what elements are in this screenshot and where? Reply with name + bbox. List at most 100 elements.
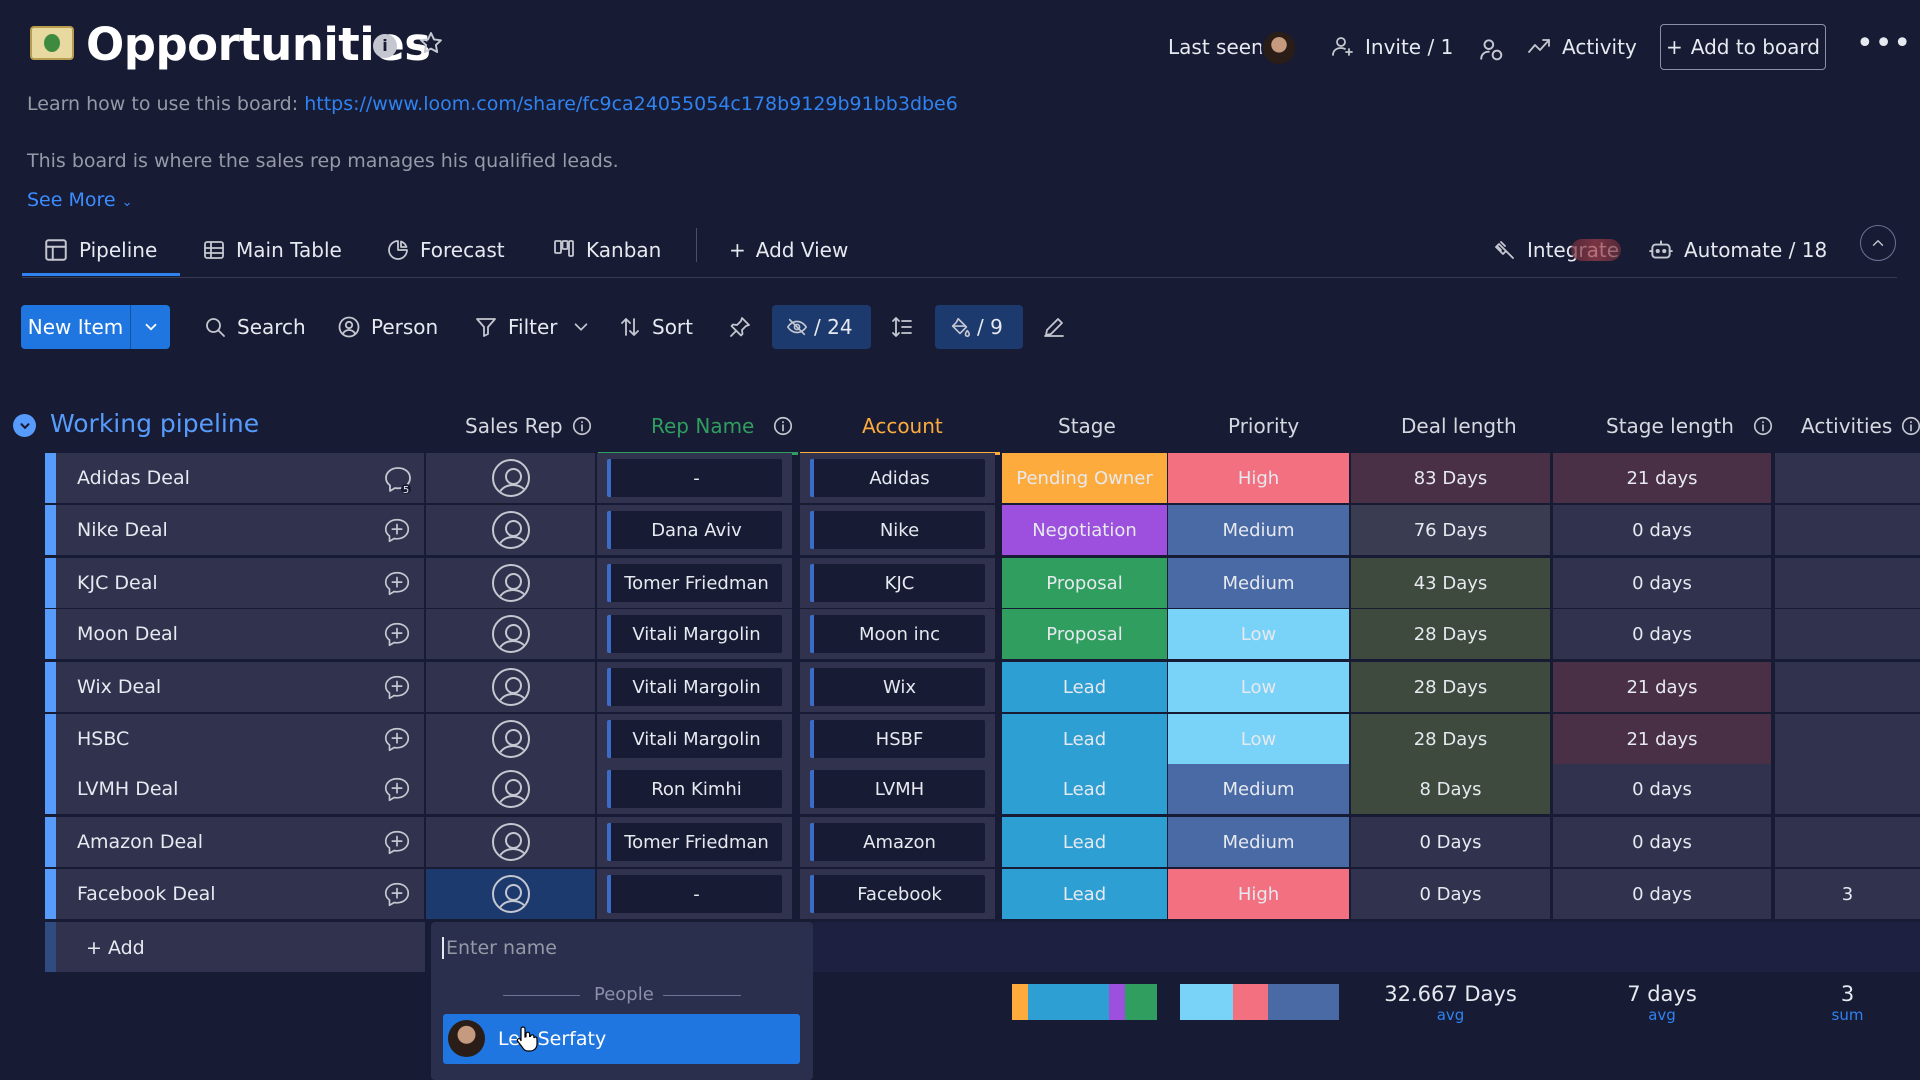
account-cell[interactable]: Amazon <box>800 817 995 867</box>
item-name[interactable]: Moon Deal <box>77 623 178 645</box>
stage-status-cell[interactable]: Lead <box>1002 662 1167 712</box>
sales-rep-cell[interactable] <box>426 558 595 608</box>
activity-icon[interactable] <box>1527 35 1551 59</box>
account-cell[interactable]: Moon inc <box>800 609 995 659</box>
sales-rep-cell[interactable] <box>426 662 595 712</box>
account-cell[interactable]: HSBF <box>800 714 995 764</box>
col-header-stage[interactable]: Stage <box>1058 414 1116 438</box>
stage-length-cell[interactable]: 21 days <box>1553 662 1771 712</box>
pin-button[interactable] <box>728 305 752 349</box>
stage-summary-bar[interactable] <box>1012 984 1157 1020</box>
table-row[interactable]: Nike Deal Dana Aviv Nike Negotiation Med… <box>45 505 1920 555</box>
rep-name-cell[interactable]: Tomer Friedman <box>597 817 792 867</box>
stage-length-cell[interactable]: 0 days <box>1553 505 1771 555</box>
person-option[interactable] <box>443 1014 800 1064</box>
stage-length-cell[interactable]: 0 days <box>1553 558 1771 608</box>
stage-length-cell[interactable]: 0 days <box>1553 869 1771 919</box>
rep-name-cell[interactable]: Tomer Friedman <box>597 558 792 608</box>
item-updates-button[interactable]: 5 <box>382 464 414 496</box>
item-name-cell[interactable]: Facebook Deal <box>56 869 424 919</box>
filter-button[interactable]: Filter <box>474 305 558 349</box>
rep-name-cell[interactable]: - <box>597 869 792 919</box>
item-name-cell[interactable]: LVMH Deal <box>56 764 424 814</box>
stage-length-cell[interactable]: 21 days <box>1553 453 1771 503</box>
edit-button[interactable] <box>1042 305 1066 349</box>
deal-length-cell[interactable]: 28 Days <box>1351 662 1550 712</box>
col-header-activities[interactable]: Activities <box>1801 414 1920 438</box>
item-name-cell[interactable]: Moon Deal <box>56 609 424 659</box>
item-name[interactable]: Wix Deal <box>77 676 161 698</box>
new-item-button[interactable]: New Item <box>21 305 131 349</box>
add-view-button[interactable]: + Add View <box>729 226 848 274</box>
add-to-board-button[interactable]: + Add to board <box>1660 24 1826 70</box>
sales-rep-cell[interactable] <box>426 609 595 659</box>
rep-name-cell[interactable]: Ron Kimhi <box>597 764 792 814</box>
account-cell[interactable]: Adidas <box>800 453 995 503</box>
rep-name-cell[interactable]: Vitali Margolin <box>597 609 792 659</box>
item-updates-button[interactable] <box>382 775 412 805</box>
table-row[interactable]: Wix Deal Vitali Margolin Wix Lead Low 28… <box>45 662 1920 712</box>
col-header-priority[interactable]: Priority <box>1228 414 1299 438</box>
priority-status-cell[interactable]: Medium <box>1168 505 1349 555</box>
group-collapse-toggle[interactable] <box>13 414 36 437</box>
col-header-account[interactable]: Account <box>862 414 943 438</box>
activities-cell[interactable] <box>1775 764 1920 814</box>
priority-status-cell[interactable]: Medium <box>1168 558 1349 608</box>
item-name[interactable]: Adidas Deal <box>77 467 190 489</box>
stage-length-cell[interactable]: 0 days <box>1553 764 1771 814</box>
item-updates-button[interactable] <box>382 828 412 858</box>
item-updates-button[interactable] <box>382 673 412 703</box>
item-name[interactable]: LVMH Deal <box>77 778 178 800</box>
deal-length-cell[interactable]: 76 Days <box>1351 505 1550 555</box>
account-cell[interactable]: Facebook <box>800 869 995 919</box>
new-item-dropdown[interactable] <box>131 305 170 349</box>
sales-rep-cell[interactable] <box>426 714 595 764</box>
activities-cell[interactable] <box>1775 714 1920 764</box>
deal-length-cell[interactable]: 0 Days <box>1351 817 1550 867</box>
table-row[interactable]: Adidas Deal 5 - Adidas Pending Owner Hig… <box>45 453 1920 503</box>
last-seen-label[interactable]: Last seen <box>1168 35 1264 59</box>
sales-rep-cell[interactable] <box>426 453 595 503</box>
board-info-icon[interactable]: i <box>373 34 397 58</box>
invite-icon[interactable] <box>1330 34 1354 58</box>
col-header-sales-rep[interactable]: Sales Rep <box>465 414 593 438</box>
info-icon[interactable] <box>772 415 794 437</box>
group-title[interactable]: Working pipeline <box>50 409 259 438</box>
stage-status-cell[interactable]: Negotiation <box>1002 505 1167 555</box>
priority-status-cell[interactable]: Low <box>1168 714 1349 764</box>
tab-main-table[interactable]: Main Table <box>202 226 342 274</box>
tab-kanban[interactable]: Kanban <box>552 226 661 274</box>
tab-forecast[interactable]: Forecast <box>386 226 505 274</box>
activities-cell[interactable] <box>1775 609 1920 659</box>
item-name-cell[interactable]: HSBC <box>56 714 424 764</box>
new-item-split-button[interactable]: New Item <box>21 305 170 349</box>
item-name[interactable]: KJC Deal <box>77 572 158 594</box>
item-updates-button[interactable] <box>382 516 412 546</box>
deal-length-cell[interactable]: 28 Days <box>1351 714 1550 764</box>
activities-cell[interactable] <box>1775 558 1920 608</box>
priority-status-cell[interactable]: Medium <box>1168 817 1349 867</box>
invite-button[interactable]: Invite / 1 <box>1365 35 1453 59</box>
item-name[interactable]: Facebook Deal <box>77 883 216 905</box>
more-options-icon[interactable]: ••• <box>1856 29 1912 59</box>
rep-name-cell[interactable]: Dana Aviv <box>597 505 792 555</box>
table-row[interactable]: Moon Deal Vitali Margolin Moon inc Propo… <box>45 609 1920 659</box>
person-filter-button[interactable]: Person <box>337 305 438 349</box>
col-header-deal-length[interactable]: Deal length <box>1401 414 1517 438</box>
info-icon[interactable] <box>1752 415 1774 437</box>
activities-cell[interactable] <box>1775 817 1920 867</box>
item-updates-button[interactable] <box>382 725 412 755</box>
item-name-cell[interactable]: Nike Deal <box>56 505 424 555</box>
deal-length-cell[interactable]: 28 Days <box>1351 609 1550 659</box>
priority-status-cell[interactable]: Low <box>1168 662 1349 712</box>
stage-status-cell[interactable]: Proposal <box>1002 609 1167 659</box>
stage-status-cell[interactable]: Lead <box>1002 869 1167 919</box>
item-name-cell[interactable]: Amazon Deal <box>56 817 424 867</box>
account-cell[interactable]: Wix <box>800 662 995 712</box>
item-name-cell[interactable]: Wix Deal <box>56 662 424 712</box>
table-row[interactable]: Facebook Deal - Facebook Lead High 0 Day… <box>45 869 1920 919</box>
item-name[interactable]: Nike Deal <box>77 519 168 541</box>
filter-dropdown[interactable] <box>570 305 592 349</box>
hidden-columns-button[interactable]: / 24 <box>772 305 871 349</box>
account-cell[interactable]: LVMH <box>800 764 995 814</box>
